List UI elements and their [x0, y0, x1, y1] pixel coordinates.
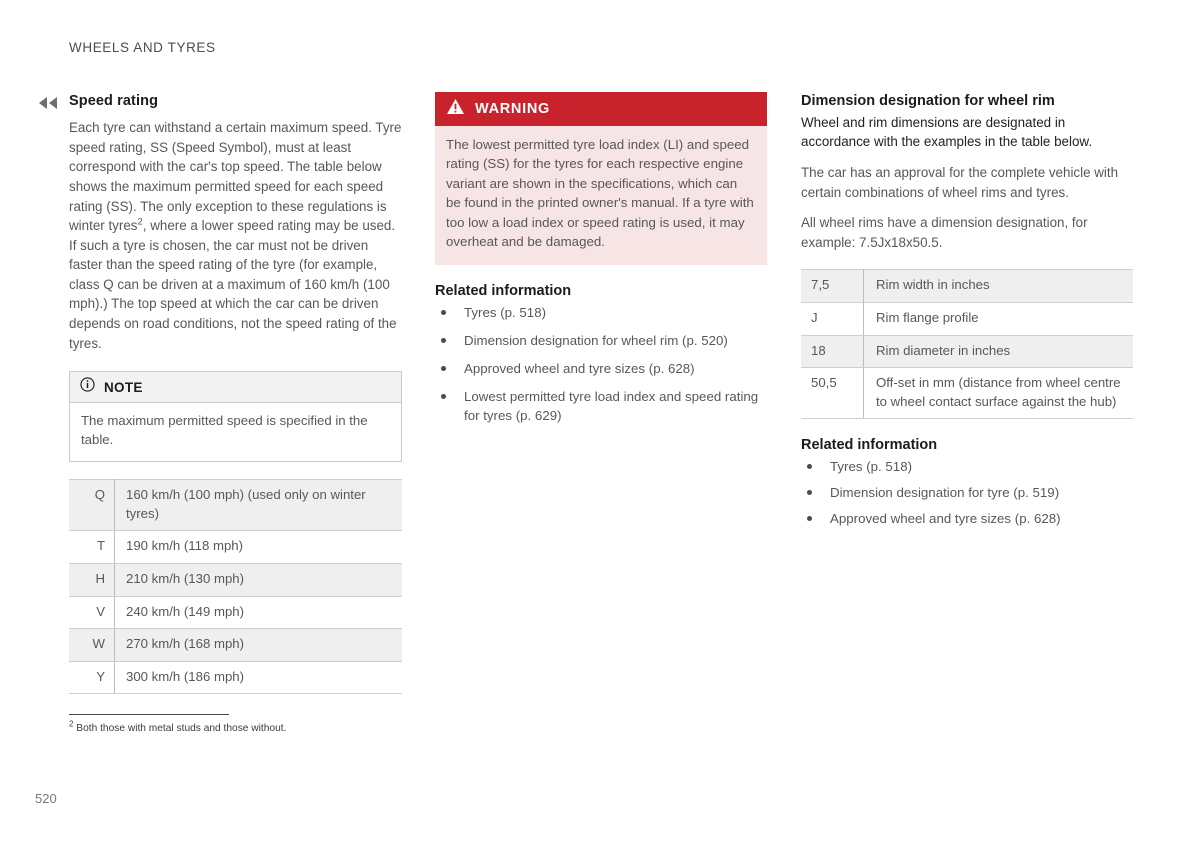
- rim-dimension-key: 7,5: [801, 269, 864, 303]
- speed-rating-symbol: Q: [69, 479, 115, 532]
- list-item[interactable]: Dimension designation for tyre (p. 519): [801, 483, 1133, 502]
- list-item-label: Tyres (p. 518): [464, 305, 547, 321]
- speed-rating-symbol: Y: [69, 660, 115, 695]
- table-row: H 210 km/h (130 mph): [69, 563, 402, 597]
- list-item-label: Lowest permitted tyre load index and spe…: [464, 389, 759, 424]
- footnote: 2 Both those with metal studs and those …: [69, 714, 402, 736]
- speed-rating-value: 240 km/h (149 mph): [114, 595, 402, 630]
- note-title: NOTE: [104, 379, 143, 395]
- column-left: Speed rating Each tyre can withstand a c…: [69, 92, 402, 695]
- rim-dimension-value: Rim width in inches: [863, 269, 1133, 303]
- table-row: Q 160 km/h (100 mph) (used only on winte…: [69, 479, 402, 532]
- rim-dimension-table-body: 7,5 Rim width in inches J Rim flange pro…: [801, 269, 1133, 420]
- bullet-icon: [807, 490, 812, 496]
- warning-triangle-icon: [446, 98, 465, 120]
- footnote-rule: [69, 714, 229, 715]
- table-row: Y 300 km/h (186 mph): [69, 660, 402, 695]
- info-circle-icon: [80, 377, 95, 397]
- speed-rating-symbol: H: [69, 563, 115, 597]
- rim-dimension-key: 18: [801, 334, 864, 369]
- list-item[interactable]: Tyres (p. 518): [801, 457, 1133, 476]
- bullet-icon: [441, 338, 446, 344]
- table-row: 7,5 Rim width in inches: [801, 269, 1133, 303]
- table-row: V 240 km/h (149 mph): [69, 595, 402, 630]
- related-information-list: Tyres (p. 518) Dimension designation for…: [435, 303, 767, 425]
- section-title-wheel-rim: Dimension designation for wheel rim: [801, 93, 1055, 109]
- double-chevron-left-icon: [37, 96, 61, 114]
- list-item-label: Approved wheel and tyre sizes (p. 628): [830, 511, 1061, 527]
- bullet-icon: [441, 310, 446, 316]
- table-row: 18 Rim diameter in inches: [801, 334, 1133, 369]
- rim-dimension-key: J: [801, 302, 864, 336]
- bullet-icon: [807, 464, 812, 470]
- warning-box: WARNING The lowest permitted tyre load i…: [435, 92, 767, 266]
- related-information-list: Tyres (p. 518) Dimension designation for…: [801, 457, 1133, 528]
- wheel-rim-paragraph-2: All wheel rims have a dimension designat…: [801, 215, 1088, 250]
- warning-title: WARNING: [475, 101, 550, 117]
- speed-rating-table-body: Q 160 km/h (100 mph) (used only on winte…: [69, 479, 402, 695]
- speed-rating-paragraph-part1: Each tyre can withstand a certain maximu…: [69, 120, 402, 234]
- footnote-text: 2 Both those with metal studs and those …: [69, 719, 402, 736]
- speed-rating-symbol: T: [69, 530, 115, 565]
- running-head: WHEELS AND TYRES: [69, 40, 216, 55]
- list-item-label: Dimension designation for tyre (p. 519): [830, 485, 1060, 501]
- related-information-title: Related information: [801, 437, 938, 454]
- speed-rating-paragraph: Each tyre can withstand a certain maximu…: [69, 118, 402, 353]
- rim-dimension-table: 7,5 Rim width in inches J Rim flange pro…: [801, 269, 1133, 420]
- speed-rating-table: Q 160 km/h (100 mph) (used only on winte…: [69, 479, 402, 695]
- rim-dimension-key: 50,5: [801, 367, 864, 420]
- footnote-body: Both those with metal studs and those wi…: [76, 723, 287, 734]
- note-header: NOTE: [70, 372, 401, 404]
- footnote-marker: 2: [69, 719, 74, 729]
- list-item[interactable]: Tyres (p. 518): [435, 303, 767, 322]
- warning-header: WARNING: [435, 92, 767, 126]
- list-item[interactable]: Approved wheel and tyre sizes (p. 628): [435, 359, 767, 378]
- bullet-icon: [807, 516, 812, 522]
- page-title: Speed rating: [69, 93, 159, 109]
- speed-rating-symbol: V: [69, 595, 115, 630]
- list-item[interactable]: Dimension designation for wheel rim (p. …: [435, 331, 767, 350]
- speed-rating-value: 210 km/h (130 mph): [114, 563, 402, 597]
- speed-rating-symbol: W: [69, 628, 115, 662]
- rim-dimension-value: Off-set in mm (distance from wheel centr…: [863, 367, 1133, 420]
- list-item[interactable]: Lowest permitted tyre load index and spe…: [435, 387, 767, 425]
- table-row: 50,5 Off-set in mm (distance from wheel …: [801, 367, 1133, 420]
- warning-text: The lowest permitted tyre load index (LI…: [435, 126, 767, 266]
- wheel-rim-lead-paragraph: Wheel and rim dimensions are designated …: [801, 114, 1093, 150]
- column-middle: WARNING The lowest permitted tyre load i…: [435, 92, 767, 425]
- table-row: W 270 km/h (168 mph): [69, 628, 402, 662]
- table-row: J Rim flange profile: [801, 302, 1133, 336]
- speed-rating-value: 270 km/h (168 mph): [114, 628, 402, 662]
- page-number: 520: [35, 791, 57, 806]
- speed-rating-paragraph-part2: , where a lower speed rating may be used…: [69, 218, 397, 351]
- column-right: Dimension designation for wheel rim Whee…: [801, 92, 1133, 535]
- rim-dimension-value: Rim diameter in inches: [863, 334, 1133, 369]
- list-item-label: Dimension designation for wheel rim (p. …: [464, 333, 728, 349]
- note-text: The maximum permitted speed is specified…: [81, 413, 368, 448]
- wheel-rim-paragraph-1: The car has an approval for the complete…: [801, 165, 1119, 200]
- speed-rating-value: 300 km/h (186 mph): [114, 660, 402, 695]
- note-box: NOTE The maximum permitted speed is spec…: [69, 371, 402, 463]
- rim-dimension-value: Rim flange profile: [863, 302, 1133, 336]
- bullet-icon: [441, 366, 446, 372]
- list-item-label: Approved wheel and tyre sizes (p. 628): [464, 361, 695, 377]
- speed-rating-value: 190 km/h (118 mph): [114, 530, 402, 565]
- related-information-title: Related information: [435, 283, 572, 300]
- list-item[interactable]: Approved wheel and tyre sizes (p. 628): [801, 509, 1133, 528]
- speed-rating-value: 160 km/h (100 mph) (used only on winter …: [114, 479, 402, 532]
- list-item-label: Tyres (p. 518): [830, 459, 913, 475]
- table-row: T 190 km/h (118 mph): [69, 530, 402, 565]
- bullet-icon: [441, 394, 446, 400]
